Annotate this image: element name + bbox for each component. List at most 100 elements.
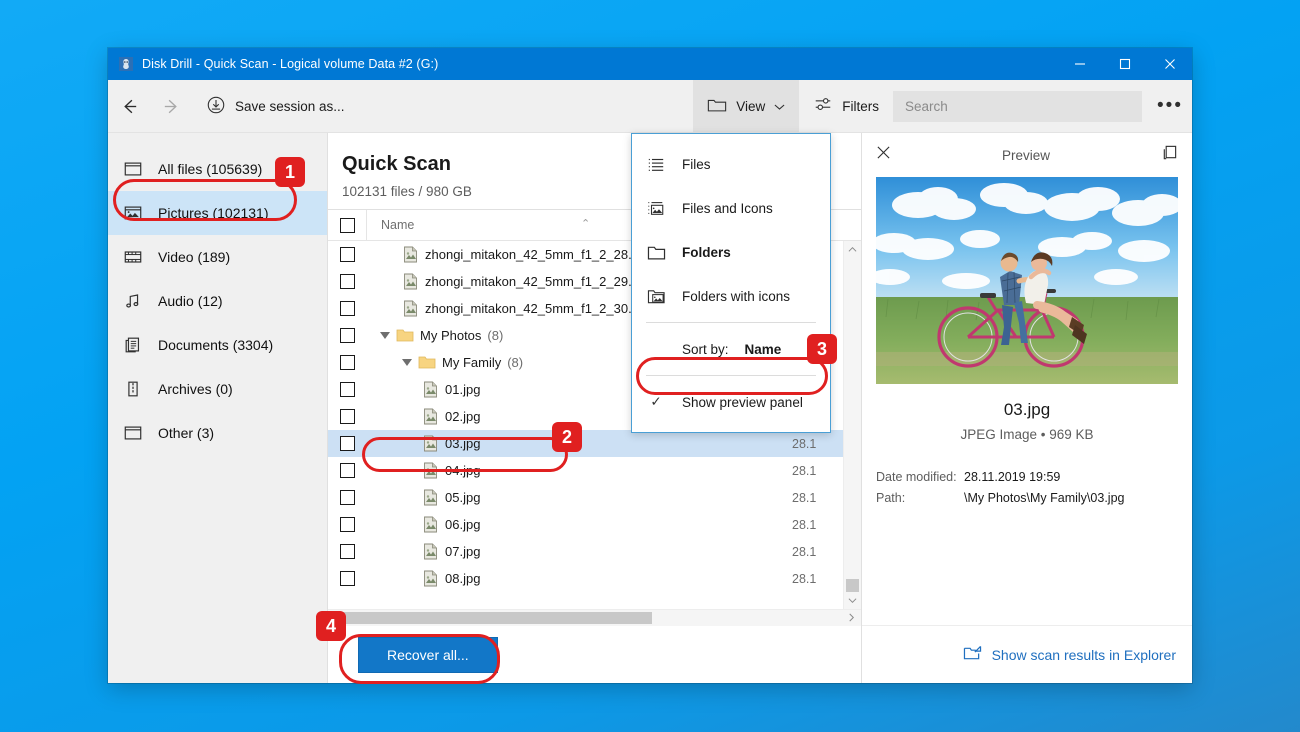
folder-thumbnails-icon <box>646 286 666 306</box>
maximize-button[interactable] <box>1102 48 1147 80</box>
scroll-right-arrow-icon[interactable] <box>843 613 859 624</box>
file-row-08jpg[interactable]: 08.jpg 28.1 <box>328 565 861 592</box>
show-in-explorer-link[interactable]: Show scan results in Explorer <box>992 647 1176 663</box>
row-count-label: (8) <box>487 328 504 343</box>
save-session-button[interactable]: Save session as... <box>192 80 359 132</box>
open-in-new-window-icon[interactable] <box>1161 144 1178 166</box>
row-date-cell: 28.1 <box>792 463 817 478</box>
vertical-scrollbar[interactable] <box>843 241 861 609</box>
menu-item-sort-by[interactable]: Sort by: Name › <box>632 327 830 371</box>
file-row-06jpg[interactable]: 06.jpg 28.1 <box>328 511 861 538</box>
sidebar-item-other[interactable]: Other (3) <box>108 411 327 455</box>
sort-by-value: Name <box>744 341 782 357</box>
file-row-04jpg[interactable]: 04.jpg 28.1 <box>328 457 861 484</box>
jpeg-file-icon <box>402 300 419 317</box>
all-files-icon <box>122 158 144 180</box>
jpeg-file-icon <box>422 462 439 479</box>
open-folder-external-icon[interactable] <box>963 645 982 665</box>
row-name-cell: 05.jpg <box>366 489 790 506</box>
vertical-scroll-track[interactable] <box>844 258 861 592</box>
row-date-cell: 28.1 <box>792 490 817 505</box>
back-arrow-icon[interactable] <box>108 86 150 126</box>
scroll-up-arrow-icon[interactable] <box>844 241 861 258</box>
row-name-label: zhongi_mitakon_42_5mm_f1_2_30.jp <box>425 301 642 316</box>
window-title: Disk Drill - Quick Scan - Logical volume… <box>142 57 439 71</box>
sort-ascending-icon: ⌃ <box>581 218 591 230</box>
row-date-cell: 28.1 <box>792 517 817 532</box>
row-name-label: zhongi_mitakon_42_5mm_f1_2_28.jp <box>425 247 642 262</box>
overflow-menu-button[interactable]: ••• <box>1148 80 1192 132</box>
sidebar-item-audio[interactable]: Audio (12) <box>108 279 327 323</box>
save-session-label: Save session as... <box>235 98 345 114</box>
menu-item-files[interactable]: Files <box>632 142 830 186</box>
menu-item-label: Folders with icons <box>682 288 791 304</box>
scroll-down-arrow-icon[interactable] <box>844 592 861 609</box>
menu-item-files-and-icons[interactable]: Files and Icons <box>632 186 830 230</box>
file-row-03jpg[interactable]: 03.jpg 28.1 <box>328 430 861 457</box>
minimize-button[interactable] <box>1057 48 1102 80</box>
search-input[interactable]: Search <box>893 90 1142 122</box>
row-checkbox[interactable] <box>328 544 366 559</box>
file-row-07jpg[interactable]: 07.jpg 28.1 <box>328 538 861 565</box>
row-checkbox[interactable] <box>328 274 366 289</box>
forward-arrow-icon[interactable] <box>150 86 192 126</box>
horizontal-scroll-thumb[interactable] <box>342 612 652 624</box>
row-name-cell: 04.jpg <box>366 462 790 479</box>
recover-all-button[interactable]: Recover all... <box>358 636 498 673</box>
row-name-label: 08.jpg <box>445 571 481 586</box>
folder-icon <box>418 355 436 370</box>
vertical-scroll-thumb[interactable] <box>846 579 859 592</box>
view-button[interactable]: View <box>693 80 800 132</box>
row-checkbox[interactable] <box>328 490 366 505</box>
row-checkbox[interactable] <box>328 355 366 370</box>
jpeg-file-icon <box>402 246 419 263</box>
menu-show-preview-panel[interactable]: ✓ Show preview panel <box>632 380 830 424</box>
menu-item-label: Files <box>682 156 711 172</box>
sidebar-item-pictures[interactable]: Pictures (102131) <box>108 191 327 235</box>
annotation-badge-3: 3 <box>807 334 837 364</box>
sidebar-item-label: Documents (3304) <box>158 337 274 353</box>
preview-title: Preview <box>1001 147 1050 163</box>
close-icon[interactable] <box>876 145 891 165</box>
filters-button[interactable]: Filters <box>799 80 893 132</box>
preview-field-date-modified: Date modified: 28.11.2019 19:59 <box>876 470 1178 484</box>
sidebar-item-label: Pictures (102131) <box>158 205 269 221</box>
documents-icon <box>122 334 144 356</box>
horizontal-scrollbar[interactable] <box>328 609 861 626</box>
preview-header: Preview <box>862 133 1192 177</box>
file-row-05jpg[interactable]: 05.jpg 28.1 <box>328 484 861 511</box>
row-name-label: 04.jpg <box>445 463 481 478</box>
select-all-checkbox[interactable] <box>328 217 366 233</box>
menu-item-folders-with-icons[interactable]: Folders with icons <box>632 274 830 318</box>
field-label: Date modified: <box>876 470 957 484</box>
expand-triangle-icon[interactable] <box>402 359 412 366</box>
menu-item-label: Folders <box>682 244 731 260</box>
row-checkbox[interactable] <box>328 571 366 586</box>
row-checkbox[interactable] <box>328 517 366 532</box>
row-date-cell: 28.1 <box>792 544 817 559</box>
sidebar-item-video[interactable]: Video (189) <box>108 235 327 279</box>
preview-image <box>876 177 1178 384</box>
row-name-label: 01.jpg <box>445 382 481 397</box>
row-checkbox[interactable] <box>328 301 366 316</box>
results-footer: Recover all... <box>328 626 861 683</box>
menu-item-folders[interactable]: Folders <box>632 230 830 274</box>
field-value: 28.11.2019 19:59 <box>964 470 1061 484</box>
sidebar-item-label: Audio (12) <box>158 293 223 309</box>
row-checkbox[interactable] <box>328 382 366 397</box>
row-checkbox[interactable] <box>328 463 366 478</box>
sidebar-item-documents[interactable]: Documents (3304) <box>108 323 327 367</box>
annotation-badge-2: 2 <box>552 422 582 452</box>
sidebar-item-archives[interactable]: Archives (0) <box>108 367 327 411</box>
menu-separator-bottom <box>646 375 816 376</box>
preview-panel: Preview 03.jpg JPEG Image • 969 KB Date … <box>861 133 1192 683</box>
row-name-label: My Photos <box>420 328 482 343</box>
jpeg-file-icon <box>422 543 439 560</box>
close-button[interactable] <box>1147 48 1192 80</box>
row-checkbox[interactable] <box>328 409 366 424</box>
row-checkbox[interactable] <box>328 247 366 262</box>
expand-triangle-icon[interactable] <box>380 332 390 339</box>
row-name-cell: 06.jpg <box>366 516 790 533</box>
row-checkbox[interactable] <box>328 436 366 451</box>
row-checkbox[interactable] <box>328 328 366 343</box>
